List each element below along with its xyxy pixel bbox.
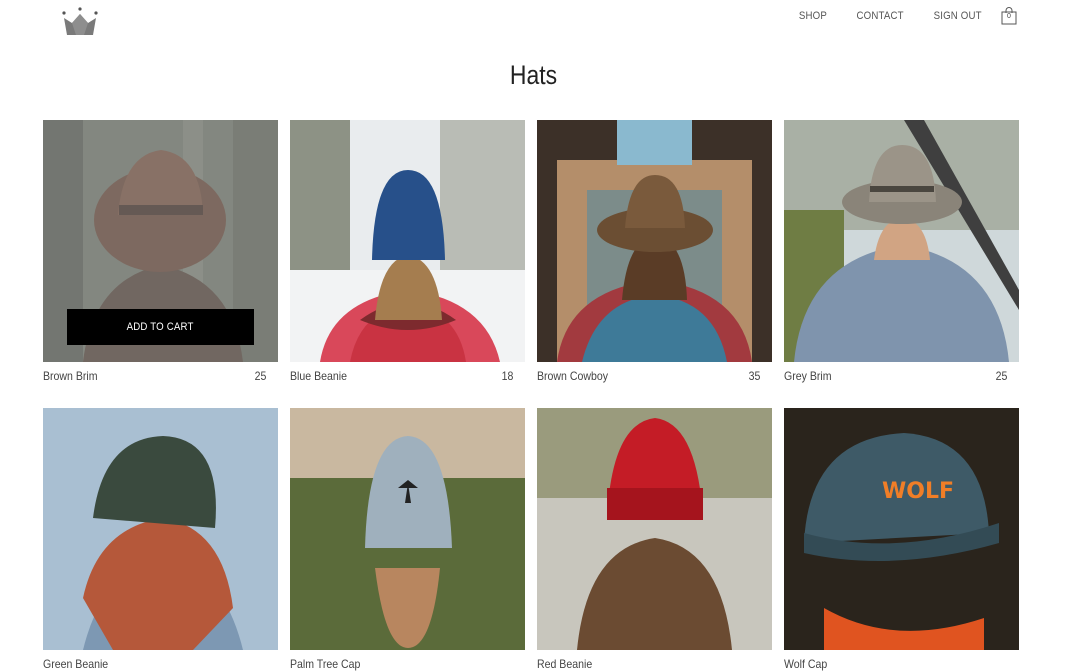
product-name: Brown Brim [43,369,98,383]
product-name: Green Beanie [43,657,109,671]
add-to-cart-button[interactable]: ADD TO CART [67,309,254,345]
product-meta: Brown Brim 25 [43,369,278,383]
product-image[interactable] [537,120,772,362]
product-meta: Palm Tree Cap [290,657,525,671]
cart-button[interactable]: 0 [1001,7,1017,25]
product-image[interactable] [784,120,1019,362]
product-image[interactable] [43,408,278,650]
product-meta: Brown Cowboy 35 [537,369,772,383]
product-meta: Green Beanie [43,657,278,671]
product-name: Palm Tree Cap [290,657,361,671]
product-price: 18 [501,369,513,383]
product-meta: Grey Brim 25 [784,369,1019,383]
product-card[interactable]: Blue Beanie 18 [290,120,525,383]
product-price: 25 [254,369,266,383]
cart-count: 0 [1007,13,1011,20]
nav-sign-out-link[interactable]: SIGN OUT [934,10,982,22]
nav-contact-link[interactable]: CONTACT [857,10,904,22]
product-image[interactable] [537,408,772,650]
product-card[interactable]: Brown Cowboy 35 [537,120,772,383]
product-image[interactable] [290,408,525,650]
product-name: Brown Cowboy [537,369,609,383]
product-price: 35 [748,369,760,383]
page-title: Hats [509,60,558,90]
product-meta: Red Beanie [537,657,772,671]
product-card[interactable]: Grey Brim 25 [784,120,1019,383]
product-meta: Blue Beanie 18 [290,369,525,383]
product-name: Red Beanie [537,657,593,671]
product-card[interactable]: Palm Tree Cap [290,408,525,671]
product-image[interactable]: WOLF [784,408,1019,650]
main-nav: SHOP CONTACT SIGN OUT 0 [772,7,1017,25]
product-meta: Wolf Cap [784,657,1019,671]
product-name: Wolf Cap [784,657,828,671]
crown-logo-icon[interactable] [60,6,100,38]
product-image[interactable]: ADD TO CART [43,120,278,362]
product-name: Blue Beanie [290,369,347,383]
product-card[interactable]: Red Beanie [537,408,772,671]
product-image[interactable] [290,120,525,362]
svg-text:WOLF: WOLF [882,479,954,504]
product-card[interactable]: Green Beanie [43,408,278,671]
product-card[interactable]: WOLF Wolf Cap [784,408,1019,671]
product-card[interactable]: ADD TO CART Brown Brim 25 [43,120,278,383]
nav-shop-link[interactable]: SHOP [799,10,827,22]
product-name: Grey Brim [784,369,832,383]
product-price: 25 [995,369,1007,383]
